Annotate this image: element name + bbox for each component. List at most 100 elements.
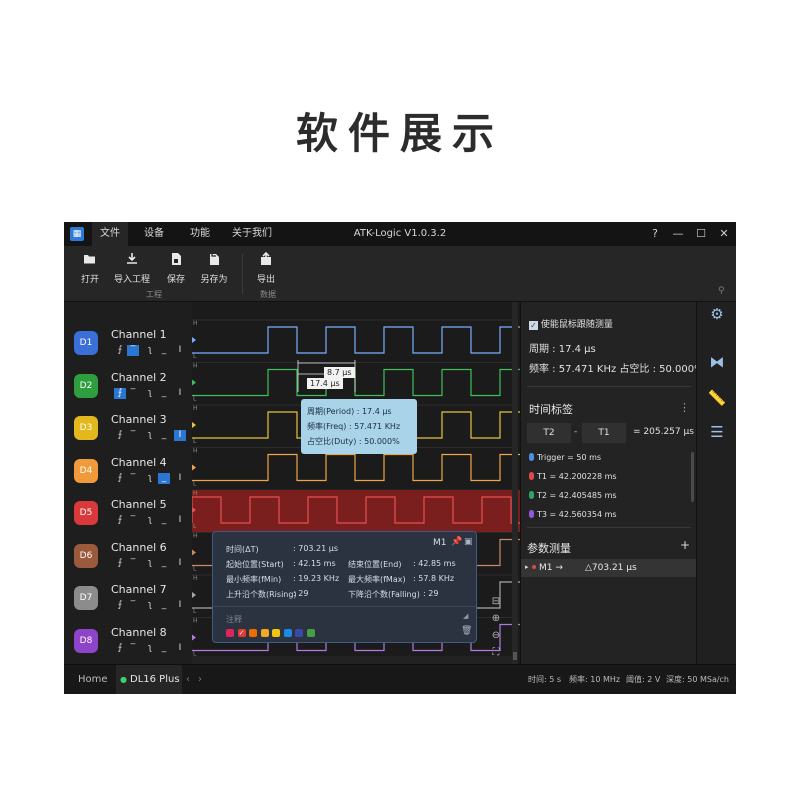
measurement-panel[interactable]: M1 📌 ▣ 时间(ΔT) : 703.21 μs 起始位置(Start) : …: [212, 531, 477, 643]
trigger-option-button[interactable]: ‾: [127, 388, 139, 399]
color-swatch[interactable]: [226, 629, 234, 637]
trigger-option-button[interactable]: I: [174, 430, 186, 441]
menu-function[interactable]: 功能: [182, 222, 218, 246]
color-swatch[interactable]: [306, 629, 315, 637]
trigger-option-button[interactable]: ‾: [127, 345, 139, 356]
resize-icon[interactable]: ◢: [463, 612, 468, 620]
channel-row[interactable]: D3 Channel 3 ⨍ ‾ ʅ _ I: [64, 406, 192, 448]
channel-badge[interactable]: D6: [74, 543, 98, 568]
ruler-measure-icon[interactable]: 📏: [707, 388, 727, 408]
trigger-option-button[interactable]: ʅ: [144, 388, 156, 399]
trigger-option-button[interactable]: _: [158, 600, 170, 611]
trigger-option-button[interactable]: ⨍: [114, 473, 126, 484]
import-project-button[interactable]: 导入工程: [112, 252, 152, 285]
trigger-option-button[interactable]: ⨍: [114, 387, 126, 399]
zoom-out-icon[interactable]: ⊖: [488, 628, 504, 644]
minimize-button[interactable]: —: [667, 222, 689, 246]
trigger-option-button[interactable]: ‾: [127, 643, 139, 654]
channel-badge[interactable]: D2: [74, 373, 98, 398]
add-measure-button[interactable]: +: [680, 538, 690, 552]
marker-a-select[interactable]: T2: [527, 423, 571, 443]
fit-screen-icon[interactable]: ⛶: [488, 645, 504, 661]
prev-tab-icon[interactable]: ‹: [186, 665, 190, 694]
menu-file[interactable]: 文件: [92, 222, 128, 246]
follow-checkbox[interactable]: ✓ 使能鼠标跟随测量: [529, 317, 613, 330]
trigger-option-button[interactable]: ‾: [127, 515, 139, 526]
trash-icon[interactable]: 🗑: [461, 626, 472, 636]
channel-row[interactable]: D5 Channel 5 ⨍ ‾ ʅ _ I: [64, 491, 192, 533]
trigger-option-button[interactable]: ʅ: [144, 345, 156, 356]
channel-badge[interactable]: D5: [74, 501, 98, 525]
expand-icon[interactable]: ▸: [525, 563, 529, 571]
param-row[interactable]: ▸ M1 → △703.21 μs: [521, 559, 696, 577]
ruler-icon[interactable]: ⊟: [488, 594, 504, 610]
next-tab-icon[interactable]: ›: [198, 665, 202, 694]
trigger-option-button[interactable]: ʅ: [144, 643, 156, 654]
trigger-option-button[interactable]: _: [158, 345, 170, 356]
marker-item[interactable]: T3 = 42.560354 ms: [529, 510, 617, 519]
trigger-option-button[interactable]: I: [174, 515, 186, 526]
help-button[interactable]: ?: [644, 222, 666, 246]
trigger-option-button[interactable]: _: [158, 388, 170, 399]
more-icon[interactable]: ⋮: [679, 401, 690, 414]
trigger-option-button[interactable]: ʅ: [144, 430, 156, 441]
save-as-button[interactable]: 另存为: [198, 252, 230, 285]
search-list-icon[interactable]: ☰: [707, 422, 727, 442]
trigger-option-button[interactable]: ⨍: [114, 430, 126, 441]
trigger-option-button[interactable]: ‾: [127, 430, 139, 441]
trigger-option-button[interactable]: ‾: [127, 558, 139, 569]
color-swatch[interactable]: [295, 629, 303, 637]
channel-badge[interactable]: D7: [74, 586, 98, 610]
copy-icon[interactable]: ▣: [464, 537, 473, 547]
channel-badge[interactable]: D3: [74, 416, 98, 440]
channel-badge[interactable]: D4: [74, 458, 98, 483]
maximize-button[interactable]: ☐: [690, 222, 712, 246]
menu-device[interactable]: 设备: [136, 222, 172, 246]
channel-row[interactable]: D7 Channel 7 ⨍ ‾ ʅ _ I: [64, 576, 192, 618]
color-swatch[interactable]: [260, 629, 269, 637]
home-tab[interactable]: Home: [78, 665, 108, 694]
color-swatch[interactable]: [283, 629, 292, 637]
marker-item[interactable]: Trigger = 50 ms: [529, 453, 601, 462]
color-swatch[interactable]: [249, 629, 257, 637]
trigger-option-button[interactable]: I: [174, 345, 186, 356]
channel-row[interactable]: D6 Channel 6 ⨍ ‾ ʅ _ I: [64, 534, 192, 576]
channel-row[interactable]: D2 Channel 2 ⨍ ‾ ʅ _ I: [64, 364, 192, 406]
channel-row[interactable]: D1 Channel 1 ⨍ ‾ ʅ _ I: [64, 321, 192, 363]
pin-icon[interactable]: ⚲: [718, 286, 725, 296]
trigger-option-button[interactable]: ʅ: [144, 600, 156, 611]
menu-about[interactable]: 关于我们: [230, 222, 274, 246]
trigger-option-button[interactable]: ʅ: [144, 515, 156, 526]
gear-icon[interactable]: ⚙: [707, 304, 727, 324]
zoom-in-icon[interactable]: ⊕: [488, 611, 504, 627]
trigger-option-button[interactable]: _: [158, 643, 170, 654]
trigger-option-button[interactable]: ⨍: [114, 558, 126, 569]
trigger-option-button[interactable]: ⨍: [114, 515, 126, 526]
channel-badge[interactable]: D8: [74, 628, 98, 653]
channel-row[interactable]: D4 Channel 4 ⨍ ‾ ʅ _ I: [64, 449, 192, 491]
trigger-option-button[interactable]: ʅ: [144, 473, 156, 484]
channel-badge[interactable]: D1: [74, 331, 98, 355]
protocol-decode-icon[interactable]: ⧓: [707, 352, 727, 372]
trigger-option-button[interactable]: ‾: [127, 473, 139, 484]
save-button[interactable]: 保存: [164, 252, 188, 285]
trigger-option-button[interactable]: I: [174, 643, 186, 654]
close-button[interactable]: ✕: [713, 222, 735, 246]
channel-row[interactable]: D8 Channel 8 ⨍ ‾ ʅ _ I: [64, 619, 192, 661]
trigger-option-button[interactable]: I: [174, 600, 186, 611]
trigger-option-button[interactable]: ⨍: [114, 600, 126, 611]
color-swatch[interactable]: [272, 629, 280, 637]
trigger-option-button[interactable]: _: [158, 558, 170, 569]
trigger-option-button[interactable]: _: [158, 430, 170, 441]
note-input[interactable]: 注释: [226, 614, 242, 625]
trigger-option-button[interactable]: ⨍: [114, 643, 126, 654]
trigger-option-button[interactable]: I: [174, 558, 186, 569]
trigger-option-button[interactable]: I: [174, 473, 186, 484]
trigger-option-button[interactable]: ⨍: [114, 345, 126, 356]
marker-b-select[interactable]: T1: [582, 423, 626, 443]
marker-item[interactable]: T1 = 42.200228 ms: [529, 472, 617, 481]
open-button[interactable]: 打开: [78, 252, 102, 285]
trigger-option-button[interactable]: I: [174, 388, 186, 399]
pin-icon[interactable]: 📌: [451, 537, 462, 547]
trigger-option-button[interactable]: ‾: [127, 600, 139, 611]
